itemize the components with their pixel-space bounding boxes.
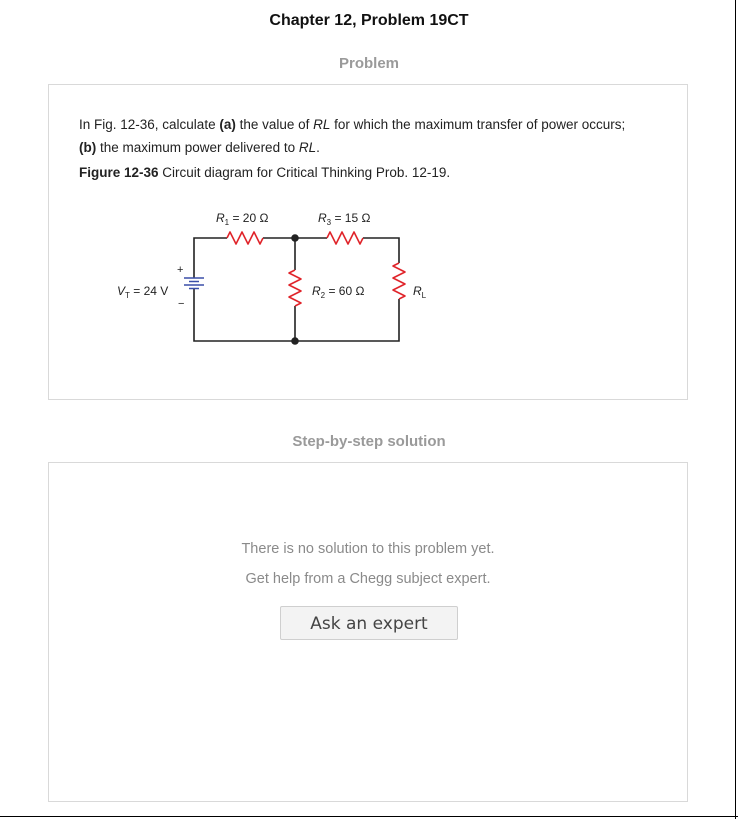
solution-heading: Step-by-step solution <box>292 433 446 450</box>
circuit-diagram: R1 = 20 Ω R3 = 15 Ω R2 = 60 Ω RL VT = 24… <box>117 211 427 345</box>
solution-card: There is no solution to this problem yet… <box>48 462 688 802</box>
ask-expert-button[interactable]: Ask an expert <box>280 606 458 640</box>
label-r1: R1 = 20 Ω <box>216 211 268 227</box>
label-r2: R2 = 60 Ω <box>312 284 364 300</box>
resistor-r3 <box>326 231 364 245</box>
no-solution-message: There is no solution to this problem yet… <box>241 541 495 557</box>
wire-left-top <box>193 237 227 263</box>
expert-help-message: Get help from a Chegg subject expert. <box>245 571 491 587</box>
resistor-r2 <box>288 269 302 307</box>
battery-plus-sign: + <box>177 264 183 276</box>
label-rl: RL <box>413 284 427 300</box>
junction-dot-bottom <box>291 337 299 345</box>
wire-r3-right <box>363 237 400 263</box>
page-title: Chapter 12, Problem 19CT <box>269 12 469 29</box>
label-r3: R3 = 15 Ω <box>318 211 370 227</box>
junction-dot-top <box>291 234 299 242</box>
wire-bottom-left <box>193 297 295 342</box>
problem-card: In Fig. 12-36, calculate (a) the value o… <box>48 84 688 400</box>
window-edge-bottom <box>0 816 738 817</box>
resistor-r1 <box>226 231 264 245</box>
label-vt: VT = 24 V <box>117 284 168 300</box>
resistor-rl <box>392 262 406 300</box>
battery-symbol <box>184 277 204 290</box>
battery-minus-sign: − <box>178 298 184 310</box>
window-edge-right <box>735 0 736 819</box>
problem-heading: Problem <box>338 55 399 72</box>
wire-right-bottom <box>295 299 400 342</box>
